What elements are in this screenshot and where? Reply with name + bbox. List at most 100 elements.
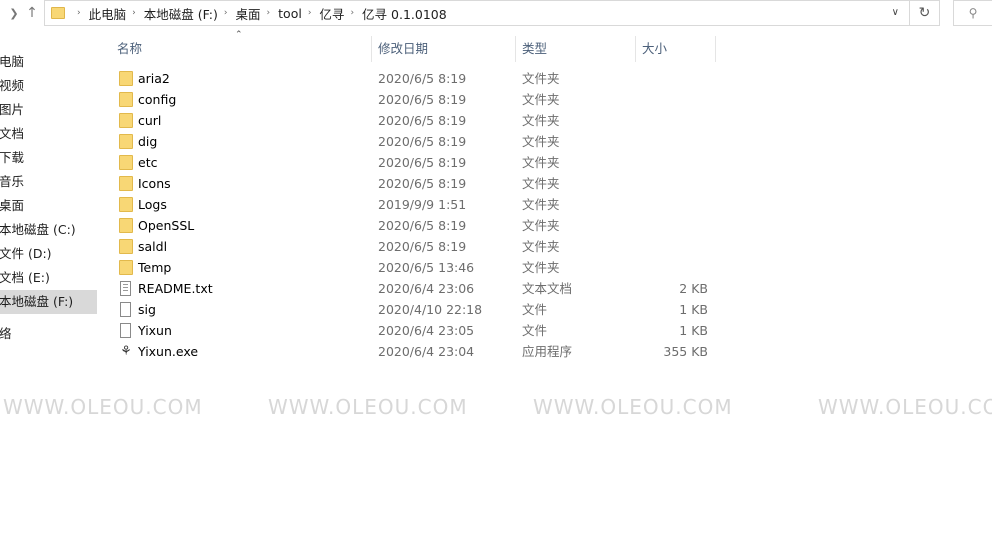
file-modified-date: 2020/6/4 23:06 — [378, 281, 475, 296]
folder-icon — [119, 134, 133, 149]
breadcrumb-item[interactable]: 桌面 — [236, 4, 261, 23]
file-row[interactable]: OpenSSL 2020/6/5 8:19 文件夹 — [110, 215, 720, 236]
sidebar-item[interactable]: 电脑 — [0, 50, 97, 74]
refresh-icon: ↻ — [918, 5, 931, 21]
file-row[interactable]: README.txt 2020/6/4 23:06 文本文档 2 KB — [110, 278, 720, 299]
watermark: WWW.OLEOU.COM — [268, 395, 468, 419]
file-modified-date: 2019/9/9 1:51 — [378, 197, 467, 212]
sidebar-item[interactable]: 下载 — [0, 146, 97, 170]
file-row[interactable]: dig 2020/6/5 8:19 文件夹 — [110, 131, 720, 152]
folder-icon — [119, 155, 133, 170]
folder-icon — [119, 71, 133, 86]
text-file-icon — [120, 281, 131, 296]
watermark: WWW.OLEOU.COM — [533, 395, 733, 419]
file-size: 1 KB — [679, 302, 708, 317]
column-header-size[interactable]: 大小 — [642, 36, 667, 62]
file-row[interactable]: aria2 2020/6/5 8:19 文件夹 — [110, 68, 720, 89]
sidebar-item[interactable]: 本地磁盘 (C:) — [0, 218, 97, 242]
file-row[interactable]: Icons 2020/6/5 8:19 文件夹 — [110, 173, 720, 194]
sidebar-item[interactable]: 图片 — [0, 98, 97, 122]
column-header-type[interactable]: 类型 — [522, 36, 547, 62]
file-row[interactable]: Logs 2019/9/9 1:51 文件夹 — [110, 194, 720, 215]
breadcrumb-item[interactable]: 本地磁盘 (F:) — [144, 4, 218, 23]
file-modified-date: 2020/6/5 8:19 — [378, 134, 467, 149]
folder-icon — [119, 176, 133, 191]
folder-icon — [119, 260, 133, 275]
column-header-modified[interactable]: 修改日期 — [378, 36, 428, 62]
column-divider[interactable] — [371, 36, 372, 62]
refresh-button[interactable]: ↻ — [910, 0, 940, 26]
file-list: aria2 2020/6/5 8:19 文件夹 config 2020/6/5 8:19… — [110, 68, 720, 362]
sidebar-item[interactable]: 本地磁盘 (F:) — [0, 290, 97, 314]
file-type: 文本文档 — [522, 281, 573, 296]
chevron-down-icon[interactable]: ∨ — [892, 7, 899, 18]
search-box[interactable]: ⚲ — [953, 0, 992, 26]
sidebar-item[interactable]: 视频 — [0, 74, 97, 98]
file-size: 2 KB — [679, 281, 708, 296]
file-type: 文件夹 — [522, 71, 560, 86]
file-row[interactable]: ⚘ Yixun.exe 2020/6/4 23:04 应用程序 355 KB — [110, 341, 720, 362]
file-modified-date: 2020/4/10 22:18 — [378, 302, 483, 317]
file-row[interactable]: Temp 2020/6/5 13:46 文件夹 — [110, 257, 720, 278]
sidebar-item[interactable]: 文档 (E:) — [0, 266, 97, 290]
back-chevron-icon[interactable]: ❯ — [4, 0, 24, 26]
file-modified-date: 2020/6/5 8:19 — [378, 218, 467, 233]
file-name: etc — [138, 155, 158, 170]
file-row[interactable]: saldl 2020/6/5 8:19 文件夹 — [110, 236, 720, 257]
breadcrumb-separator-icon[interactable]: › — [308, 8, 312, 18]
breadcrumb-separator-icon[interactable]: › — [77, 8, 81, 18]
file-name: Logs — [138, 197, 167, 212]
folder-icon — [51, 7, 65, 19]
file-type: 文件夹 — [522, 113, 560, 128]
column-header-name[interactable]: 名称 — [117, 36, 142, 62]
file-name: Yixun.exe — [138, 344, 199, 359]
breadcrumb-item[interactable]: 此电脑 — [89, 4, 127, 23]
watermark: WWW.OLEOU.COM — [3, 395, 203, 419]
column-divider[interactable] — [635, 36, 636, 62]
file-name: Yixun — [138, 323, 172, 338]
file-modified-date: 2020/6/5 8:19 — [378, 71, 467, 86]
file-row[interactable]: etc 2020/6/5 8:19 文件夹 — [110, 152, 720, 173]
file-type: 文件夹 — [522, 155, 560, 170]
address-bar[interactable]: › 此电脑 › 本地磁盘 (F:) › 桌面 › tool › 亿寻 › 亿寻 0.1.0108 ∨ — [44, 0, 910, 26]
folder-icon — [119, 239, 133, 254]
folder-icon — [119, 197, 133, 212]
sidebar-item[interactable]: 桌面 — [0, 194, 97, 218]
file-name: dig — [138, 134, 158, 149]
watermark: WWW.OLEOU.COM — [818, 395, 992, 419]
file-modified-date: 2020/6/5 8:19 — [378, 176, 467, 191]
file-name: README.txt — [138, 281, 213, 296]
file-size: 355 KB — [663, 344, 708, 359]
file-type: 文件 — [522, 323, 548, 338]
breadcrumb: › 此电脑 › 本地磁盘 (F:) › 桌面 › tool › 亿寻 › 亿寻 0.1.0108 — [45, 1, 447, 25]
column-divider[interactable] — [515, 36, 516, 62]
file-name: config — [138, 92, 177, 107]
file-row[interactable]: curl 2020/6/5 8:19 文件夹 — [110, 110, 720, 131]
file-size: 1 KB — [679, 323, 708, 338]
sort-ascending-icon: ⌃ — [235, 30, 243, 40]
file-modified-date: 2020/6/5 13:46 — [378, 260, 475, 275]
folder-icon — [119, 92, 133, 107]
breadcrumb-separator-icon[interactable]: › — [350, 8, 354, 18]
breadcrumb-item[interactable]: 亿寻 — [319, 4, 344, 23]
file-row[interactable]: sig 2020/4/10 22:18 文件 1 KB — [110, 299, 720, 320]
file-name: Temp — [138, 260, 172, 275]
up-arrow-icon[interactable]: ↑ — [22, 0, 42, 26]
file-row[interactable]: Yixun 2020/6/4 23:05 文件 1 KB — [110, 320, 720, 341]
breadcrumb-separator-icon[interactable]: › — [132, 8, 136, 18]
file-modified-date: 2020/6/5 8:19 — [378, 113, 467, 128]
file-type: 文件夹 — [522, 92, 560, 107]
file-modified-date: 2020/6/5 8:19 — [378, 239, 467, 254]
breadcrumb-separator-icon[interactable]: › — [224, 8, 228, 18]
file-type: 应用程序 — [522, 344, 573, 359]
sidebar-item[interactable]: 文档 — [0, 122, 97, 146]
file-modified-date: 2020/6/4 23:04 — [378, 344, 475, 359]
sidebar-item[interactable]: 络 — [0, 322, 97, 346]
column-divider[interactable] — [715, 36, 716, 62]
file-row[interactable]: config 2020/6/5 8:19 文件夹 — [110, 89, 720, 110]
breadcrumb-separator-icon[interactable]: › — [267, 8, 271, 18]
breadcrumb-item[interactable]: tool — [278, 6, 302, 21]
sidebar-item[interactable]: 音乐 — [0, 170, 97, 194]
breadcrumb-item[interactable]: 亿寻 0.1.0108 — [362, 4, 447, 23]
sidebar-item[interactable]: 文件 (D:) — [0, 242, 97, 266]
